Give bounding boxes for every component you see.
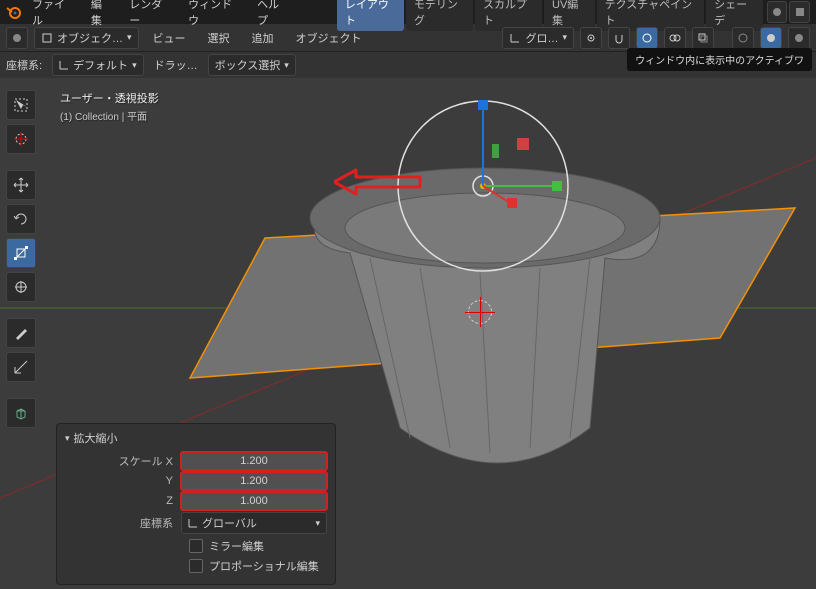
viewport-3d[interactable]: ユーザー・透視投影 (1) Collection | 平面 ▾ 拡大縮小 スケー… xyxy=(0,78,816,589)
menu-view[interactable]: ビュー xyxy=(145,27,194,49)
tool-select-box[interactable] xyxy=(6,90,36,120)
tool-add-cube[interactable] xyxy=(6,398,36,428)
chevron-down-icon: ▾ xyxy=(65,433,70,444)
orient-dropdown[interactable]: グローバル ▾ xyxy=(181,512,327,534)
shading-matprev-icon[interactable] xyxy=(788,27,810,49)
tool-scale[interactable] xyxy=(6,238,36,268)
chevron-down-icon: ▾ xyxy=(284,60,289,71)
projection-label: ユーザー・透視投影 xyxy=(60,90,159,106)
editor-type-icon[interactable] xyxy=(6,27,28,49)
blender-logo xyxy=(6,4,22,20)
proportional-checkbox[interactable] xyxy=(189,559,203,573)
pivot-icon[interactable] xyxy=(580,27,602,49)
collection-label: (1) Collection | 平面 xyxy=(60,108,159,123)
scale-x-label: スケール X xyxy=(65,453,181,469)
chevron-down-icon: ▾ xyxy=(315,518,320,529)
menu-object[interactable]: オブジェクト xyxy=(288,27,370,49)
tool-transform[interactable] xyxy=(6,272,36,302)
orientation-dropdown[interactable]: グロ… ▾ xyxy=(502,27,574,49)
top-menu-bar: ファイル 編集 レンダー ウィンドウ ヘルプ レイアウト モデリング スカルプト… xyxy=(0,0,816,24)
coord-value: デフォルト xyxy=(73,57,128,73)
select-mode-dropdown[interactable]: ボックス選択 ▾ xyxy=(208,54,296,76)
menu-add[interactable]: 追加 xyxy=(244,27,282,49)
mode-label: オブジェク… xyxy=(57,30,123,46)
viewlayer-icon[interactable] xyxy=(789,1,810,23)
scale-y-label: Y xyxy=(65,475,181,487)
scale-y-field[interactable]: 1.200 xyxy=(181,472,327,490)
coord-label: 座標系: xyxy=(6,57,42,73)
tool-measure[interactable] xyxy=(6,352,36,382)
scale-x-field[interactable]: 1.200 xyxy=(181,452,327,470)
tool-rotate[interactable] xyxy=(6,204,36,234)
tool-shelf xyxy=(6,90,36,428)
tooltip: ウィンドウ内に表示中のアクティブワ xyxy=(627,48,812,71)
coord-dropdown[interactable]: デフォルト ▾ xyxy=(52,54,144,76)
panel-toggle[interactable]: ▾ 拡大縮小 xyxy=(65,430,327,446)
viewport-overlay-text: ユーザー・透視投影 (1) Collection | 平面 xyxy=(60,90,159,123)
proportional-icon[interactable] xyxy=(636,27,658,49)
scale-z-label: Z xyxy=(65,495,181,507)
orientation-icon xyxy=(509,32,521,44)
scale-z-field[interactable]: 1.000 xyxy=(181,492,327,510)
xray-icon[interactable] xyxy=(692,27,714,49)
object-mode-icon xyxy=(41,32,53,44)
overlay-toggle-icon[interactable] xyxy=(664,27,686,49)
orient-value: グローバル xyxy=(202,515,257,531)
tool-annotate[interactable] xyxy=(6,318,36,348)
axis-icon xyxy=(59,60,69,70)
axis-icon xyxy=(188,518,198,528)
tool-move[interactable] xyxy=(6,170,36,200)
proportional-label: プロポーショナル編集 xyxy=(209,558,319,574)
orientation-label: グロ… xyxy=(525,30,558,46)
panel-title-label: 拡大縮小 xyxy=(74,430,118,446)
chevron-down-icon: ▾ xyxy=(562,32,567,43)
orient-label: 座標系 xyxy=(65,515,181,531)
shading-solid-icon[interactable] xyxy=(760,27,782,49)
drag-label: ドラッ… xyxy=(154,57,198,73)
mirror-label: ミラー編集 xyxy=(209,538,264,554)
menu-select[interactable]: 選択 xyxy=(200,27,238,49)
tab-modeling[interactable]: モデリング xyxy=(406,0,473,31)
mode-dropdown[interactable]: オブジェク… ▾ xyxy=(34,27,139,49)
annotation-arrow xyxy=(334,168,424,196)
scene-dropdown-icon[interactable] xyxy=(767,1,788,23)
tool-cursor[interactable] xyxy=(6,124,36,154)
chevron-down-icon: ▾ xyxy=(127,32,132,43)
select-mode-label: ボックス選択 xyxy=(215,57,281,73)
snap-icon[interactable] xyxy=(608,27,630,49)
shading-wire-icon[interactable] xyxy=(732,27,754,49)
mirror-checkbox[interactable] xyxy=(189,539,203,553)
operator-panel: ▾ 拡大縮小 スケール X 1.200 Y 1.200 Z 1.000 座標系 … xyxy=(56,423,336,585)
chevron-down-icon: ▾ xyxy=(132,60,137,71)
